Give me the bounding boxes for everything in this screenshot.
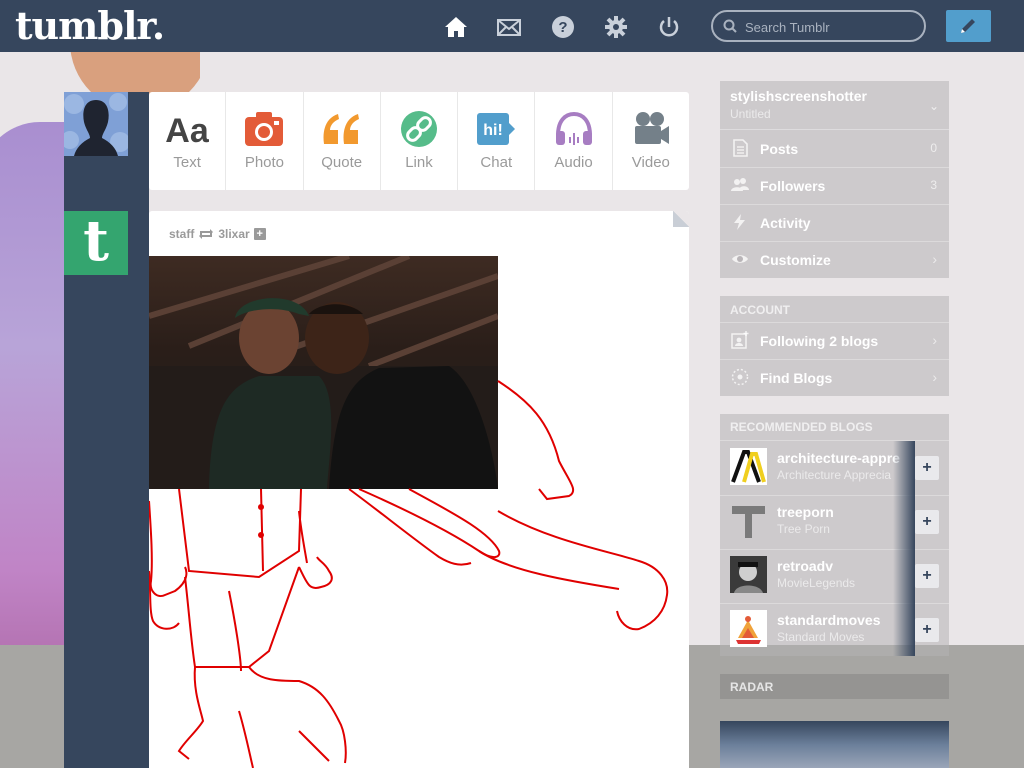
tree-logo	[732, 506, 765, 538]
radar-title: RADAR	[730, 680, 774, 694]
chat-icon: hi!	[477, 113, 516, 145]
sidebar-item-following[interactable]: Following 2 blogs ›	[720, 322, 949, 359]
blog-menu: Posts 0 Followers 3 Activity Customize ›	[720, 130, 949, 278]
svg-text:Aa: Aa	[165, 112, 210, 148]
post-type-bar: Aa Text Photo Quote Link hi! Chat Audio …	[149, 92, 689, 190]
blog-name: retroadv	[777, 558, 834, 574]
sidebar-item-posts[interactable]: Posts 0	[720, 130, 949, 167]
posts-count: 0	[930, 141, 937, 155]
recommended-section-title: RECOMMENDED BLOGS	[730, 420, 873, 434]
gear-icon[interactable]	[603, 14, 629, 40]
text-icon: Aa	[165, 112, 210, 148]
post-type-link[interactable]: Link	[381, 92, 459, 190]
camera-icon	[245, 112, 284, 146]
blog-title: Standard Moves	[777, 630, 865, 644]
post-type-video[interactable]: Video	[613, 92, 689, 190]
follow-plus-button[interactable]: +	[915, 618, 939, 642]
video-camera-icon	[634, 112, 669, 144]
top-navigation-bar: tumblr. ?	[0, 0, 1024, 52]
post-type-audio[interactable]: Audio	[535, 92, 613, 190]
blog-name: treeporn	[777, 504, 834, 520]
contact-card-icon	[731, 331, 749, 349]
account-section-title: ACCOUNT	[730, 303, 790, 317]
silhouette-icon	[64, 92, 128, 156]
tumblr-logo[interactable]: tumblr.	[15, 3, 165, 48]
retro-portrait	[730, 556, 767, 593]
search-box	[711, 10, 926, 42]
sidebar-item-label: Following 2 blogs	[760, 333, 879, 349]
account-panel: ACCOUNT Following 2 blogs › Find Blogs ›	[720, 296, 949, 396]
sidebar-item-activity[interactable]: Activity	[720, 204, 949, 241]
post-type-label: Video	[631, 154, 670, 171]
post-type-quote[interactable]: Quote	[304, 92, 381, 190]
dashboard-left-strip	[64, 92, 149, 768]
chevron-right-icon: ›	[932, 251, 937, 267]
post-type-photo[interactable]: Photo	[226, 92, 304, 190]
recommended-fade	[893, 441, 915, 656]
post-type-text[interactable]: Aa Text	[149, 92, 227, 190]
post-type-label: Audio	[554, 154, 593, 171]
dashboard-post: staff 3lixar +	[149, 211, 689, 768]
blog-name: standardmoves	[777, 612, 881, 628]
svg-text:hi!: hi!	[483, 122, 503, 139]
compose-button[interactable]	[946, 10, 991, 42]
chevron-right-icon: ›	[932, 332, 937, 348]
compass-icon	[731, 368, 749, 386]
sidebar-item-label: Posts	[760, 141, 799, 157]
blog-avatar	[730, 502, 767, 539]
chevron-down-icon: ⌄	[928, 99, 939, 113]
red-outline-drawing	[149, 380, 669, 768]
radar-header: RADAR	[720, 674, 949, 699]
follow-plus-button[interactable]: +	[915, 564, 939, 588]
blog-title: MovieLegends	[777, 576, 856, 590]
followers-count: 3	[930, 178, 937, 192]
blog-subtitle: Untitled	[730, 107, 771, 121]
standardmoves-logo	[730, 610, 767, 647]
blog-title: Architecture Apprecia	[777, 468, 892, 482]
document-icon	[733, 139, 748, 157]
sidebar-item-customize[interactable]: Customize ›	[720, 241, 949, 278]
post-type-label: Chat	[480, 154, 513, 171]
blog-avatar	[730, 556, 767, 593]
sidebar-item-label: Followers	[760, 178, 826, 194]
link-icon	[400, 111, 437, 147]
post-type-chat[interactable]: hi! Chat	[458, 92, 536, 190]
headphones-icon	[555, 111, 592, 145]
pencil-icon	[961, 19, 975, 33]
lightning-icon	[734, 214, 745, 230]
sidebar-item-label: Customize	[760, 252, 831, 268]
follow-plus-button[interactable]: +	[915, 510, 939, 534]
user-avatar[interactable]	[64, 92, 128, 156]
sidebar-item-label: Activity	[760, 215, 811, 231]
post-type-label: Photo	[244, 154, 285, 171]
quote-icon	[323, 114, 359, 144]
search-icon	[723, 19, 737, 33]
eye-icon	[732, 255, 748, 263]
blog-title: Tree Porn	[777, 522, 830, 536]
followers-icon	[731, 178, 749, 191]
blog-name: architecture-appre	[777, 450, 900, 466]
power-icon[interactable]	[656, 14, 682, 40]
help-icon[interactable]: ?	[550, 14, 576, 40]
sidebar-item-label: Find Blogs	[760, 370, 833, 386]
blog-header[interactable]: stylishscreenshotter Untitled ⌄	[720, 81, 949, 130]
search-input[interactable]	[745, 17, 915, 37]
blog-avatar	[730, 610, 767, 647]
post-type-label: Quote	[321, 154, 363, 171]
post-type-label: Text	[173, 154, 201, 171]
follow-plus-button[interactable]: +	[915, 456, 939, 480]
blog-name: stylishscreenshotter	[730, 88, 867, 104]
home-icon[interactable]	[443, 14, 469, 40]
sidebar-item-followers[interactable]: Followers 3	[720, 167, 949, 204]
sidebar-item-find-blogs[interactable]: Find Blogs ›	[720, 359, 949, 396]
post-type-label: Link	[405, 154, 433, 171]
mail-icon[interactable]	[496, 14, 522, 40]
svg-text:?: ?	[558, 19, 567, 36]
chevron-right-icon: ›	[932, 369, 937, 385]
radar-post-preview[interactable]	[720, 721, 949, 768]
architecture-logo	[730, 448, 767, 485]
staff-avatar[interactable]: t	[64, 211, 128, 275]
blog-avatar	[730, 448, 767, 485]
